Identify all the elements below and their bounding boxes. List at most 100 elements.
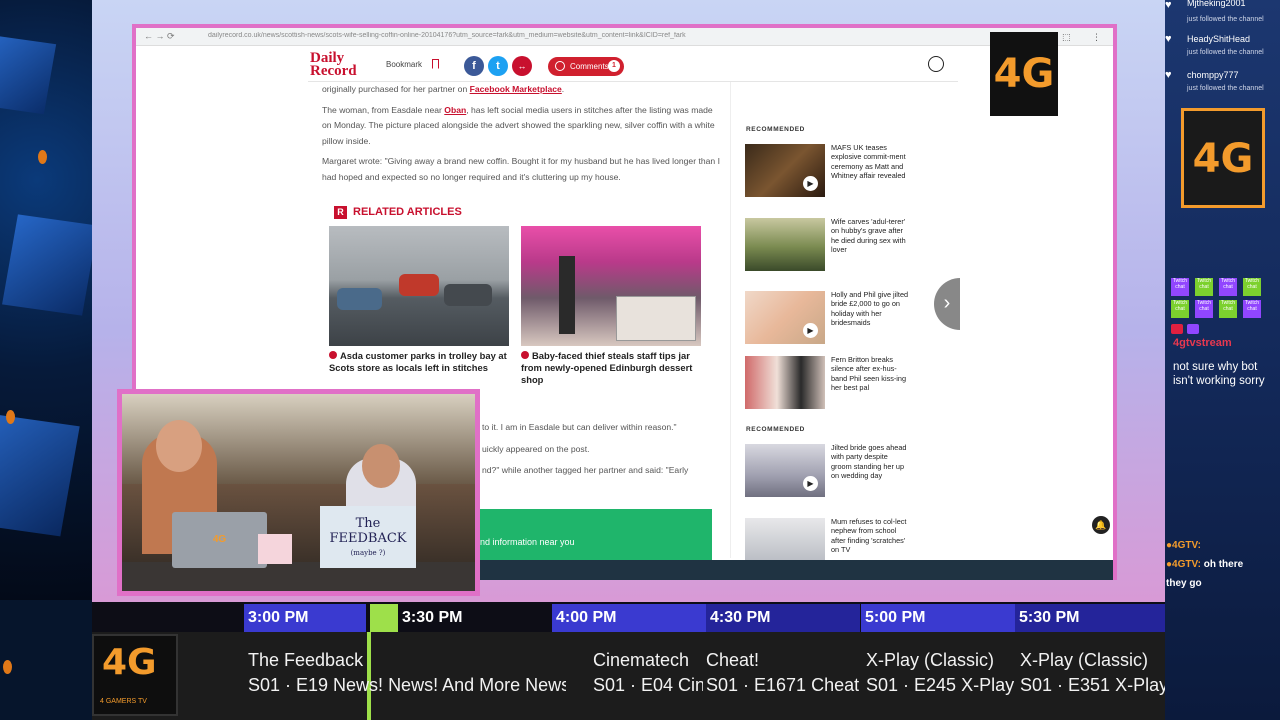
url-text[interactable]: dailyrecord.co.uk/news/scottish-news/sco…: [208, 32, 728, 39]
related-article-image[interactable]: [329, 226, 509, 346]
recommended-title[interactable]: Fern Britton breaks silence after ex-hus…: [831, 355, 909, 392]
comments-label: Comments: [570, 62, 609, 71]
address-bar[interactable]: ← → ⟳ dailyrecord.co.uk/news/scottish-ne…: [136, 28, 1113, 46]
related-article-image[interactable]: [521, 226, 701, 346]
related-article-title[interactable]: Asda customer parks in trolley bay at Sc…: [329, 350, 511, 374]
play-icon[interactable]: ▶: [803, 476, 818, 491]
recommended-label: RECOMMENDED: [746, 126, 805, 133]
play-icon[interactable]: ▶: [803, 176, 818, 191]
sidebar-recommended: RECOMMENDED ▶ MAFS UK teases explosive c…: [730, 82, 960, 571]
twitch-chat-emote: Twitch chat: [1219, 300, 1237, 318]
guide-time: 4:00 PM: [552, 604, 706, 632]
article-paragraph: originally purchased for her partner on …: [322, 84, 565, 94]
nav-buttons[interactable]: ← → ⟳: [144, 31, 175, 42]
left-decor-panel: [0, 0, 98, 674]
car-shape: [444, 284, 492, 306]
facebook-icon[interactable]: f: [464, 56, 484, 76]
brand-logo: 4G: [1181, 108, 1265, 208]
twitch-chat-emote: Twitch chat: [1219, 278, 1237, 296]
host-right-head: [362, 444, 400, 488]
heart-icon: ♥: [1165, 0, 1172, 11]
site-header: Daily Record Bookmark f t ↔ Comments 1: [308, 50, 958, 82]
menu-icon[interactable]: ⋮: [1092, 32, 1101, 43]
twitch-chat-emote: Twitch chat: [1243, 278, 1261, 296]
broadcaster-badge-icon: [1171, 324, 1183, 334]
guide-time: 3:30 PM: [402, 609, 463, 626]
twitch-chat-emote: Twitch chat: [1195, 300, 1213, 318]
recommended-title[interactable]: Mum refuses to col-lect nephew from scho…: [831, 517, 909, 554]
notification-bell-icon[interactable]: 🔔: [1092, 516, 1110, 534]
related-articles-heading: R RELATED ARTICLES: [334, 206, 462, 219]
related-article-title[interactable]: Baby-faced thief steals staff tips jar f…: [521, 350, 703, 386]
extension-icon[interactable]: ⬚: [1062, 32, 1071, 43]
now-marker: [370, 604, 398, 632]
coin-decor: [3, 660, 12, 674]
channel-logo: 4G 4 GAMERS TV: [92, 634, 178, 716]
guide-time: 4:30 PM: [706, 604, 860, 632]
comments-button[interactable]: Comments 1: [548, 57, 624, 76]
bookmark-icon[interactable]: [432, 59, 439, 69]
host-left-head: [156, 420, 202, 472]
recommended-title[interactable]: Wife carves 'adul-terer' on hubby's grav…: [831, 217, 909, 254]
guide-program[interactable]: X-Play (Classic)S01 · E351 X-Play Episod…: [1020, 648, 1165, 698]
oban-link[interactable]: Oban: [444, 105, 466, 115]
recommended-label: RECOMMENDED: [746, 426, 805, 433]
twitch-chat-emote: Twitch chat: [1195, 278, 1213, 296]
twitch-chat-emote: Twitch chat: [1171, 278, 1189, 296]
cube-decor: [0, 413, 80, 537]
guide-program[interactable]: CinematechS01 · E04 Cinematech: [593, 648, 703, 698]
recommended-title[interactable]: Jilted bride goes ahead with party despi…: [831, 443, 909, 480]
webcam-feed: 4G The FEEDBACK (maybe ?): [117, 389, 480, 596]
cube-decor: [2, 214, 98, 316]
cube-decor: [0, 35, 57, 115]
car-shape: [337, 288, 382, 310]
brand-tagline: 4 GAMERS TV: [100, 698, 147, 705]
info-cta-banner[interactable]: nd information near you: [480, 509, 712, 561]
person-shape: [559, 256, 575, 334]
chat-emotes: Twitch chat Twitch chat Twitch chat Twit…: [1171, 278, 1267, 322]
coin-decor: [38, 150, 47, 164]
play-dot-icon: [329, 351, 337, 359]
article-body: originally purchased for her partner on …: [322, 82, 722, 190]
thumbnail[interactable]: [745, 356, 825, 409]
comments-count: 1: [608, 60, 620, 72]
facebook-marketplace-link[interactable]: Facebook Marketplace: [470, 84, 562, 94]
laptop: 4G: [172, 512, 267, 568]
guide-time: 5:00 PM: [861, 604, 1015, 632]
twitch-chat-emote: Twitch chat: [1243, 300, 1261, 318]
site-logo[interactable]: Daily Record: [310, 51, 357, 79]
pink-card: [258, 534, 292, 564]
user-account-icon[interactable]: [928, 56, 944, 72]
guide-program[interactable]: Cheat!S01 · E1671 Cheat! - Cheat!: [706, 648, 860, 698]
guide-program[interactable]: X-Play (Classic)S01 · E245 X-Play Episod…: [866, 648, 1014, 698]
follower-alert: ♥ Mjtheking2001 just followed the channel: [1165, 0, 1264, 23]
record-r-icon: R: [334, 206, 347, 219]
comment-bubble-icon: [555, 61, 565, 71]
bookmark-link[interactable]: Bookmark: [386, 60, 422, 69]
twitter-icon[interactable]: t: [488, 56, 508, 76]
follower-alert: ♥ chomppy777 just followed the channel: [1165, 69, 1264, 93]
guide-program[interactable]: The Feedback S01 · E19 News! News! And Mo…: [248, 648, 566, 698]
thumbnail[interactable]: [745, 218, 825, 271]
chat-username[interactable]: 4gtvstream: [1173, 337, 1232, 349]
chat-line: ●4GTV: oh there: [1166, 559, 1244, 570]
right-panel: ♥ Mjtheking2001 just followed the channel …: [1165, 0, 1280, 720]
guide-time: 3:00 PM: [244, 604, 366, 632]
link-icon[interactable]: ↔: [512, 56, 532, 76]
car-shape: [399, 274, 439, 296]
twitch-chat-emote: Twitch chat: [1171, 300, 1189, 318]
heart-icon: ♥: [1165, 69, 1172, 81]
chat-line: they go: [1166, 578, 1202, 589]
chat-line: ●4GTV:: [1166, 540, 1201, 551]
brand-logo-overlay: 4G: [990, 32, 1058, 116]
play-icon[interactable]: ▶: [803, 323, 818, 338]
heart-icon: ♥: [1165, 33, 1172, 45]
recommended-title[interactable]: Holly and Phil give jilted bride £2,000 …: [831, 290, 909, 327]
chat-message: not sure why bot isn't working sorry: [1173, 361, 1265, 387]
article-paragraph: Margaret wrote: "Giving away a brand new…: [322, 156, 720, 182]
coin-decor: [6, 410, 15, 424]
guide-time: 5:30 PM: [1015, 604, 1165, 632]
article-paragraph: The woman, from Easdale near Oban, has l…: [322, 104, 715, 146]
play-dot-icon: [521, 351, 529, 359]
recommended-title[interactable]: MAFS UK teases explosive commit-ment cer…: [831, 143, 909, 180]
